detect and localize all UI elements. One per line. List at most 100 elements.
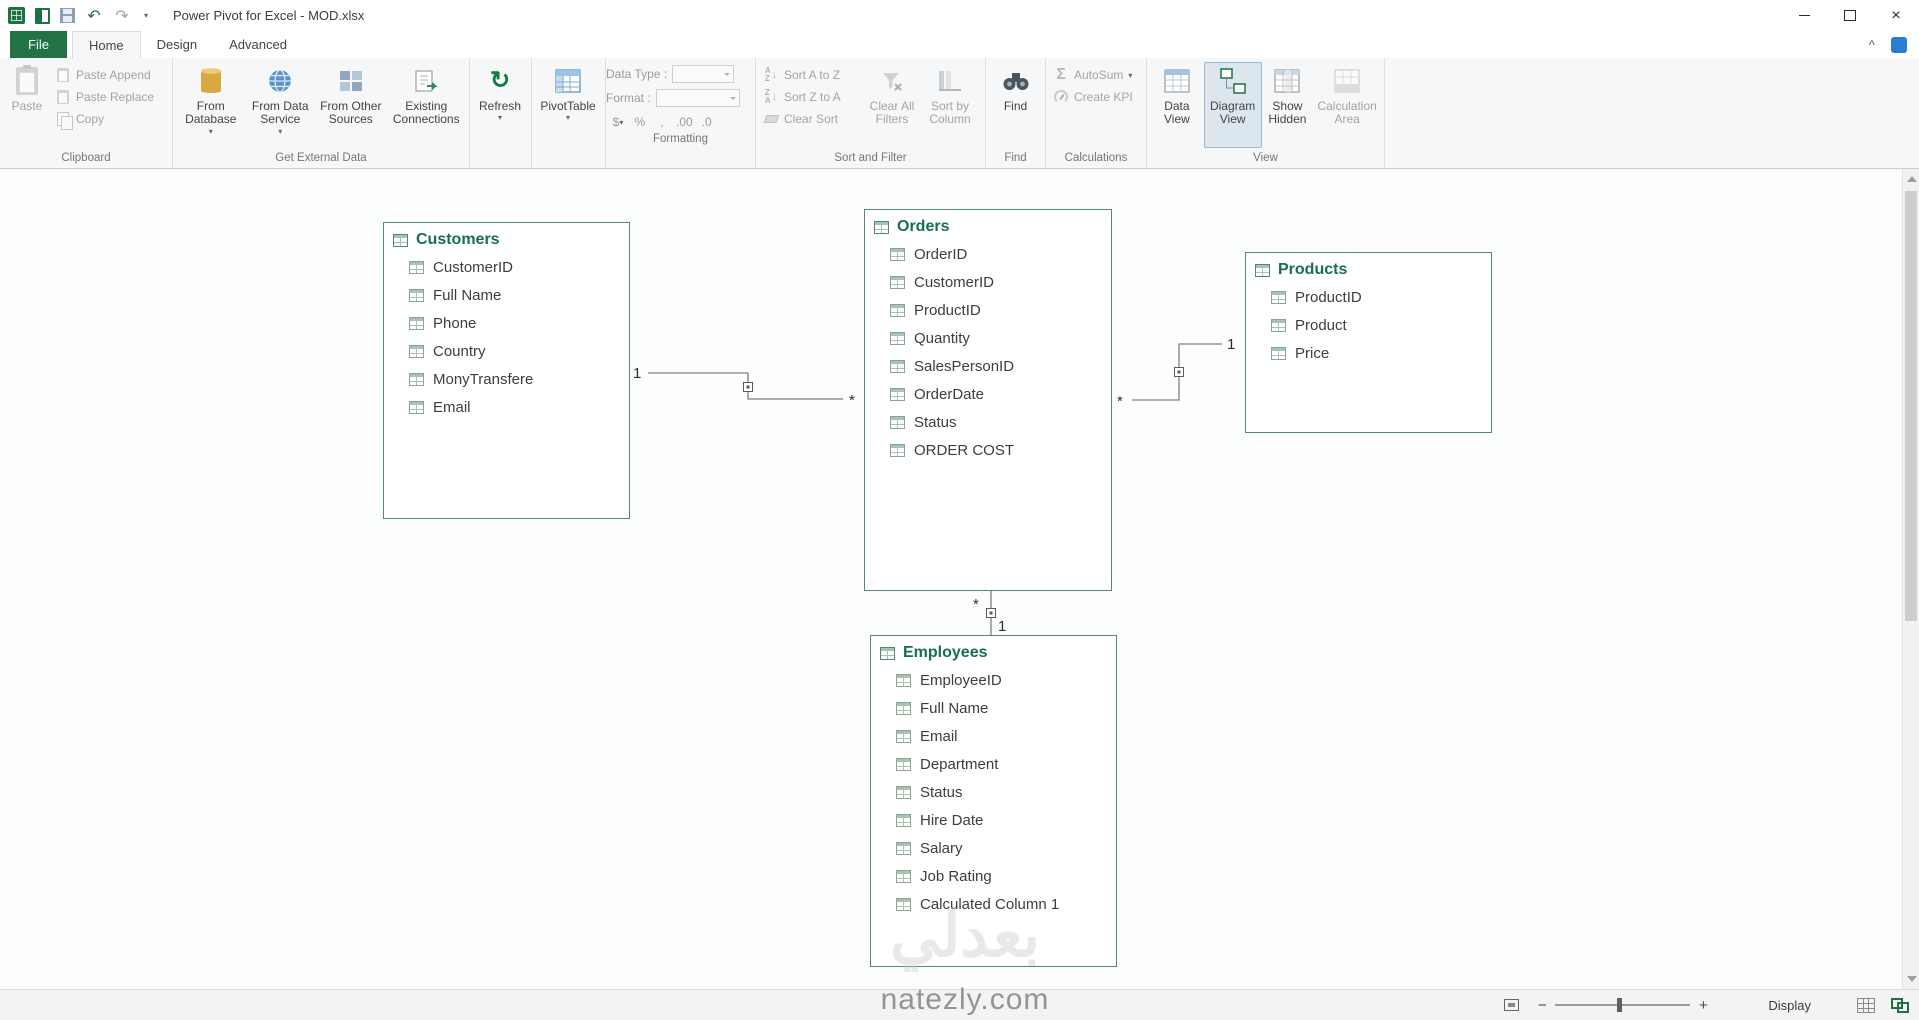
- field-orderdate[interactable]: OrderDate: [865, 380, 1111, 408]
- redo-icon[interactable]: ↷: [113, 7, 131, 25]
- table-title-products[interactable]: Products: [1246, 253, 1491, 283]
- vertical-scrollbar[interactable]: [1902, 169, 1919, 989]
- field-country[interactable]: Country: [384, 337, 629, 365]
- field-job-rating[interactable]: Job Rating: [871, 862, 1116, 890]
- table-employees[interactable]: Employees EmployeeID Full Name Email Departm…: [870, 635, 1117, 967]
- paste-append-button[interactable]: Paste Append: [51, 64, 158, 86]
- field-status[interactable]: Status: [865, 408, 1111, 436]
- clear-sort-label: Clear Sort: [784, 112, 839, 126]
- thousands-separator-button[interactable]: ,: [652, 112, 672, 132]
- copy-button[interactable]: Copy: [51, 108, 158, 130]
- field-salespersonid[interactable]: SalesPersonID: [865, 352, 1111, 380]
- pivottable-button[interactable]: PivotTable ▾: [535, 62, 601, 148]
- scrollbar-thumb[interactable]: [1905, 191, 1917, 621]
- field-calculated-column-1[interactable]: Calculated Column 1: [871, 890, 1116, 918]
- save-icon[interactable]: [60, 8, 75, 23]
- zoom-slider[interactable]: [1555, 996, 1691, 1014]
- scroll-down-icon[interactable]: [1907, 976, 1917, 982]
- scroll-up-icon[interactable]: [1907, 176, 1917, 182]
- existing-connections-button[interactable]: Existing Connections: [387, 62, 466, 148]
- refresh-button[interactable]: ↻ Refresh ▾: [473, 62, 527, 148]
- tab-advanced[interactable]: Advanced: [213, 31, 303, 58]
- clear-sort-button[interactable]: Clear Sort: [759, 108, 863, 130]
- paste-button[interactable]: Paste: [3, 62, 51, 148]
- from-other-sources-button[interactable]: From Other Sources: [315, 62, 387, 148]
- field-hire-date[interactable]: Hire Date: [871, 806, 1116, 834]
- maximize-button[interactable]: [1827, 0, 1873, 31]
- find-button[interactable]: Find: [990, 62, 1042, 148]
- table-icon: [880, 646, 895, 660]
- field-email[interactable]: Email: [871, 722, 1116, 750]
- calculation-area-button[interactable]: Calculation Area: [1313, 62, 1381, 148]
- data-type-dropdown[interactable]: [672, 65, 735, 83]
- field-monytransfere[interactable]: MonyTransfere: [384, 365, 629, 393]
- table-name: Products: [1278, 261, 1348, 278]
- field-icon: [890, 387, 905, 401]
- field-name: OrderDate: [914, 385, 985, 403]
- zoom-out-button[interactable]: −: [1535, 997, 1549, 1014]
- format-dropdown[interactable]: [655, 89, 740, 107]
- field-customerid[interactable]: CustomerID: [384, 253, 629, 281]
- decrease-decimal-button[interactable]: .0: [697, 112, 717, 132]
- field-full-name[interactable]: Full Name: [871, 694, 1116, 722]
- table-products[interactable]: Products ProductID Product Price: [1245, 252, 1492, 433]
- tab-home[interactable]: Home: [71, 31, 141, 59]
- field-order-cost[interactable]: ORDER COST: [865, 436, 1111, 464]
- tab-file[interactable]: File: [10, 31, 67, 58]
- from-data-service-button[interactable]: From Data Service ▾: [246, 62, 316, 148]
- field-department[interactable]: Department: [871, 750, 1116, 778]
- field-quantity[interactable]: Quantity: [865, 324, 1111, 352]
- field-name: ProductID: [1295, 288, 1362, 306]
- table-orders[interactable]: Orders OrderID CustomerID ProductID Quantity…: [864, 209, 1112, 591]
- field-icon: [890, 331, 905, 345]
- autosum-button[interactable]: Σ AutoSum ▾: [1049, 64, 1137, 86]
- sort-z-to-a-button[interactable]: ZA ↓ Sort Z to A: [759, 86, 863, 108]
- percent-format-button[interactable]: %: [630, 112, 650, 132]
- field-productid[interactable]: ProductID: [865, 296, 1111, 324]
- field-productid[interactable]: ProductID: [1246, 283, 1491, 311]
- connections-icon: [411, 66, 441, 96]
- zoom-slider-thumb[interactable]: [1617, 998, 1623, 1012]
- fit-to-screen-icon[interactable]: [1504, 999, 1520, 1011]
- qat-customize-icon[interactable]: ▾: [141, 7, 151, 25]
- undo-icon[interactable]: ↶: [85, 7, 103, 25]
- clear-sort-icon: [763, 115, 779, 123]
- field-icon: [896, 813, 911, 827]
- from-database-button[interactable]: From Database ▾: [176, 62, 246, 148]
- field-phone[interactable]: Phone: [384, 309, 629, 337]
- clear-all-filters-button[interactable]: Clear All Filters: [863, 62, 921, 148]
- field-status[interactable]: Status: [871, 778, 1116, 806]
- table-title-orders[interactable]: Orders: [865, 210, 1111, 240]
- table-customers[interactable]: Customers CustomerID Full Name Phone Country…: [383, 222, 630, 519]
- table-title-customers[interactable]: Customers: [384, 223, 629, 253]
- sort-a-to-z-button[interactable]: AZ ↓ Sort A to Z: [759, 64, 863, 86]
- currency-format-button[interactable]: $ ▾: [608, 112, 628, 132]
- field-name: Full Name: [433, 286, 502, 304]
- field-customerid[interactable]: CustomerID: [865, 268, 1111, 296]
- field-name: CustomerID: [433, 258, 514, 276]
- diagram-view-button[interactable]: Diagram View: [1203, 62, 1262, 148]
- zoom-in-button[interactable]: +: [1696, 997, 1710, 1014]
- increase-decimal-button[interactable]: .00: [674, 112, 695, 132]
- field-price[interactable]: Price: [1246, 339, 1491, 367]
- close-button[interactable]: ×: [1873, 0, 1919, 31]
- excel-icon[interactable]: [35, 7, 50, 24]
- table-title-employees[interactable]: Employees: [871, 636, 1116, 666]
- field-full-name[interactable]: Full Name: [384, 281, 629, 309]
- help-icon[interactable]: [1891, 36, 1907, 53]
- diagram-view-status-icon[interactable]: [1891, 997, 1909, 1013]
- field-email[interactable]: Email: [384, 393, 629, 421]
- field-employeeid[interactable]: EmployeeID: [871, 666, 1116, 694]
- field-product[interactable]: Product: [1246, 311, 1491, 339]
- tab-design[interactable]: Design: [141, 31, 213, 58]
- field-orderid[interactable]: OrderID: [865, 240, 1111, 268]
- collapse-ribbon-icon[interactable]: ^: [1869, 39, 1875, 51]
- grid-view-icon[interactable]: [1857, 997, 1875, 1013]
- field-salary[interactable]: Salary: [871, 834, 1116, 862]
- create-kpi-button[interactable]: Create KPI: [1049, 86, 1137, 108]
- show-hidden-button[interactable]: Show Hidden: [1262, 62, 1314, 148]
- data-view-button[interactable]: Data View: [1150, 62, 1204, 148]
- minimize-button[interactable]: [1781, 0, 1827, 31]
- paste-replace-button[interactable]: Paste Replace: [51, 86, 158, 108]
- sort-by-column-button[interactable]: Sort by Column: [921, 62, 979, 148]
